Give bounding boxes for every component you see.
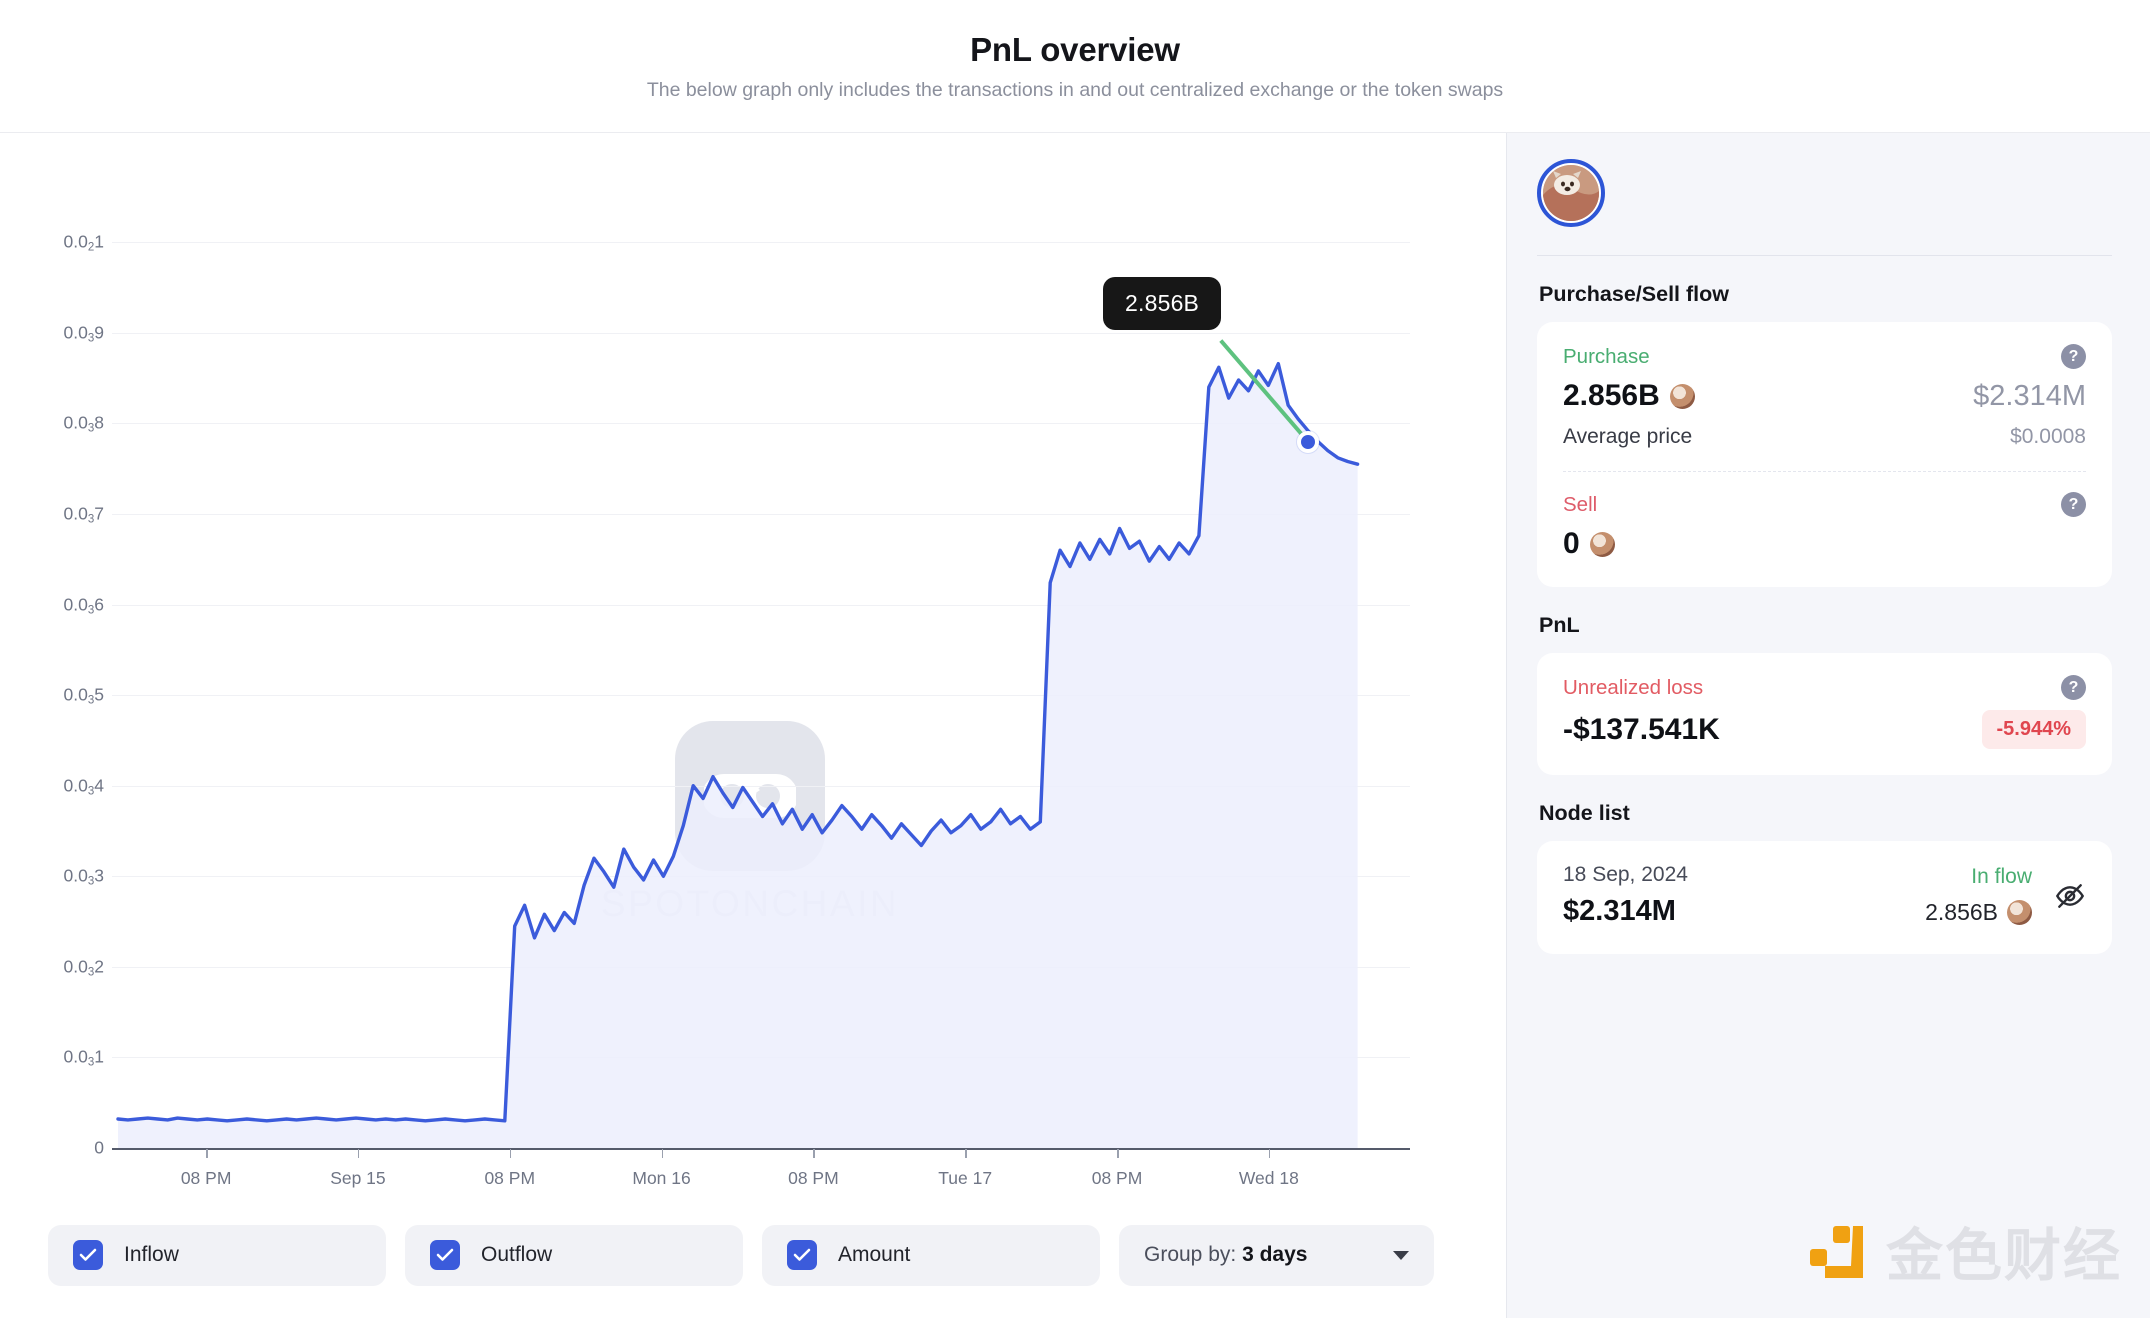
average-price-row: Average price $0.0008	[1563, 425, 2086, 449]
toggle-amount[interactable]: Amount	[762, 1224, 1100, 1286]
purchase-label: Purchase	[1563, 344, 1650, 368]
page-subtitle: The below graph only includes the transa…	[646, 79, 1504, 102]
help-icon-pnl[interactable]: ?	[2061, 675, 2086, 700]
section-title-node-list: Node list	[1539, 801, 1630, 825]
pnl-card: Unrealized loss ? -$137.541K -5.944%	[1537, 653, 2112, 775]
chart-highlight-point[interactable]	[1297, 430, 1319, 453]
pnl-value-row: -$137.541K -5.944%	[1563, 710, 2086, 749]
group-by-dropdown[interactable]: Group by: 3 days	[1119, 1224, 1434, 1286]
toggle-outflow-label: Outflow	[481, 1243, 553, 1266]
avatar-image	[1543, 165, 1599, 221]
node-amount-group: 2.856B	[1925, 899, 2032, 926]
toggle-inflow-label: Inflow	[124, 1243, 179, 1266]
group-by-prefix: Group by:	[1144, 1243, 1237, 1266]
section-title-purchase-sell: Purchase/Sell flow	[1539, 282, 1729, 306]
purchase-header-row: Purchase ?	[1563, 344, 2086, 369]
node-date: 18 Sep, 2024	[1563, 863, 1688, 886]
average-price-label: Average price	[1563, 425, 1693, 448]
leader-line	[1219, 339, 1310, 443]
token-icon	[1589, 531, 1615, 557]
section-title-pnl: PnL	[1539, 613, 1580, 637]
sell-label: Sell	[1563, 492, 1598, 516]
node-list-card: 18 Sep, 2024 $2.314M In flow 2.856B	[1537, 841, 2112, 954]
chart-controls: Inflow Outflow Amount Group by: 3 days	[0, 1206, 1506, 1318]
page-title: PnL overview	[970, 30, 1180, 68]
unrealized-loss-label: Unrealized loss	[1563, 675, 1704, 699]
purchase-usd: $2.314M	[1973, 379, 2086, 412]
pnl-area-chart[interactable]: SPOTONCHAIN 0.0210.0390.0380.0370.0360.0…	[0, 133, 1506, 1206]
chart-pane: SPOTONCHAIN 0.0210.0390.0380.0370.0360.0…	[0, 133, 1506, 1318]
sidebar-divider	[1537, 255, 2112, 256]
node-right: In flow 2.856B	[1925, 865, 2086, 926]
page-body: SPOTONCHAIN 0.0210.0390.0380.0370.0360.0…	[0, 133, 2150, 1318]
purchase-sell-card: Purchase ? 2.856B $2.314M Average price …	[1537, 322, 2112, 587]
page-header: PnL overview The below graph only includ…	[0, 0, 2150, 133]
node-flow-label: In flow	[1971, 865, 2032, 888]
checkbox-amount[interactable]	[787, 1240, 817, 1270]
help-icon-purchase[interactable]: ?	[2061, 344, 2086, 369]
average-price-value: $0.0008	[2010, 425, 2086, 448]
node-right-text: In flow 2.856B	[1925, 865, 2032, 926]
pnl-overview-page: PnL overview The below graph only includ…	[0, 0, 2150, 1318]
purchase-amount-group: 2.856B	[1563, 379, 1695, 413]
sell-header-row: Sell ?	[1563, 492, 2086, 517]
toggle-amount-label: Amount	[838, 1243, 911, 1266]
unrealized-loss-value: -$137.541K	[1563, 712, 1720, 746]
purchase-value-row: 2.856B $2.314M	[1563, 379, 2086, 413]
toggle-inflow[interactable]: Inflow	[48, 1224, 386, 1286]
sell-amount-group: 0	[1563, 527, 1615, 561]
sell-amount: 0	[1563, 527, 1580, 560]
group-by-value: 3 days	[1242, 1243, 1308, 1266]
node-usd: $2.314M	[1563, 895, 1676, 927]
card-dotted-divider	[1563, 471, 2086, 472]
details-sidebar: Purchase/Sell flow Purchase ? 2.856B $2.…	[1506, 133, 2150, 1318]
sell-value-row: 0	[1563, 527, 2086, 561]
status-badge: -5.944%	[1981, 710, 2086, 749]
purchase-amount: 2.856B	[1563, 379, 1660, 412]
pnl-header-row: Unrealized loss ?	[1563, 675, 2086, 700]
avatar[interactable]	[1537, 159, 1605, 227]
brand-logo: 金色财经	[1806, 1210, 2122, 1292]
help-icon-sell[interactable]: ?	[2061, 492, 2086, 517]
token-icon	[1669, 383, 1695, 409]
eye-off-icon[interactable]	[2054, 880, 2086, 912]
list-item[interactable]: 18 Sep, 2024 $2.314M In flow 2.856B	[1563, 863, 2086, 928]
jinse-mark-icon	[1806, 1220, 1868, 1282]
brand-name: 金色财经	[1886, 1224, 2122, 1288]
token-icon	[2007, 900, 2032, 925]
chart-tooltip: 2.856B	[1103, 276, 1222, 330]
group-by-text: Group by: 3 days	[1144, 1243, 1307, 1267]
tooltip-leader-line	[1219, 339, 1310, 443]
checkbox-inflow[interactable]	[73, 1240, 103, 1270]
toggle-outflow[interactable]: Outflow	[405, 1224, 743, 1286]
node-left: 18 Sep, 2024 $2.314M	[1563, 863, 1688, 928]
checkbox-outflow[interactable]	[430, 1240, 460, 1270]
chevron-down-icon[interactable]	[1393, 1250, 1409, 1260]
node-amount: 2.856B	[1925, 899, 1998, 925]
